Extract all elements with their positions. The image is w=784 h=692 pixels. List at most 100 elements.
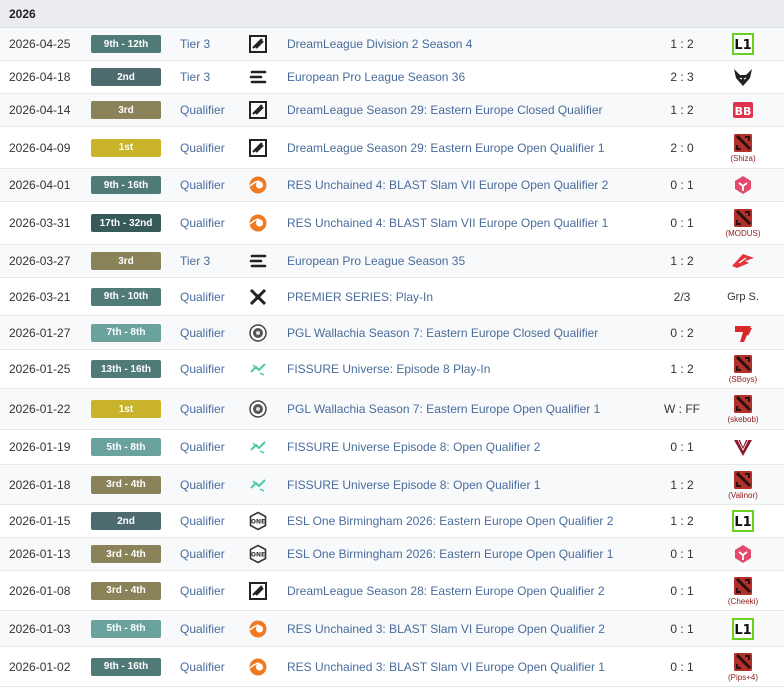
dota-icon[interactable]	[733, 576, 753, 596]
team-bb-icon[interactable]: BB	[732, 99, 754, 121]
dreamleague-icon[interactable]	[248, 34, 268, 54]
team-l1-icon[interactable]: L1	[732, 510, 754, 532]
opponent[interactable]	[718, 316, 768, 349]
opponent-name[interactable]: (Shiza)	[730, 154, 755, 163]
fissure-icon[interactable]	[248, 359, 268, 379]
team-pink-icon[interactable]	[732, 174, 754, 196]
tier-link[interactable]: Qualifier	[180, 178, 225, 192]
tournament-link[interactable]: DreamLeague Season 29: Eastern Europe Cl…	[287, 103, 603, 117]
table-row: 2026-01-08 3rd - 4th Qualifier DreamLeague …	[0, 571, 784, 611]
tier-link[interactable]: Qualifier	[180, 514, 225, 528]
opponent[interactable]: L1	[718, 611, 768, 646]
res-icon[interactable]	[248, 213, 268, 233]
tournament-link[interactable]: FISSURE Universe Episode 8: Open Qualifi…	[287, 440, 540, 454]
match-score: W : FF	[664, 402, 700, 416]
tier-link[interactable]: Qualifier	[180, 290, 225, 304]
opponent-name[interactable]: (Cheeki)	[728, 597, 758, 606]
opponent[interactable]: L1	[718, 505, 768, 537]
tier-link[interactable]: Qualifier	[180, 402, 225, 416]
dota-icon[interactable]	[733, 208, 753, 228]
tier-link[interactable]: Qualifier	[180, 326, 225, 340]
tournament-link[interactable]: European Pro League Season 36	[287, 70, 465, 84]
tournament-link[interactable]: PGL Wallachia Season 7: Eastern Europe C…	[287, 326, 598, 340]
fissure-icon[interactable]	[248, 475, 268, 495]
pgl-icon[interactable]	[248, 323, 268, 343]
res-icon[interactable]	[248, 657, 268, 677]
table-row: 2026-01-02 9th - 16th Qualifier RES Unchain…	[0, 647, 784, 687]
tier-link[interactable]: Qualifier	[180, 478, 225, 492]
tournament-link[interactable]: RES Unchained 3: BLAST Slam VI Europe Op…	[287, 660, 605, 674]
opponent[interactable]: (Valinor)	[718, 465, 768, 504]
dreamleague-icon[interactable]	[248, 138, 268, 158]
tier-link[interactable]: Qualifier	[180, 440, 225, 454]
opponent[interactable]: (MODUS)	[718, 202, 768, 244]
opponent[interactable]: (Cheeki)	[718, 571, 768, 610]
opponent-name[interactable]: (skebob)	[727, 415, 758, 424]
opponent-text[interactable]: Grp S.	[727, 291, 759, 303]
tier-link[interactable]: Qualifier	[180, 103, 225, 117]
tier-link[interactable]: Qualifier	[180, 660, 225, 674]
tournament-link[interactable]: FISSURE Universe Episode 8: Open Qualifi…	[287, 478, 540, 492]
tournament-link[interactable]: RES Unchained 3: BLAST Slam VI Europe Op…	[287, 622, 605, 636]
dota-icon[interactable]	[733, 652, 753, 672]
opponent[interactable]: (Shiza)	[718, 127, 768, 168]
team-pink-icon[interactable]	[732, 543, 754, 565]
res-icon[interactable]	[248, 175, 268, 195]
opponent[interactable]	[718, 430, 768, 464]
tier-link[interactable]: Tier 3	[180, 37, 210, 51]
opponent[interactable]	[718, 245, 768, 277]
esl-one-icon[interactable]: ONE	[248, 511, 268, 531]
pgl-icon[interactable]	[248, 399, 268, 419]
opponent[interactable]	[718, 169, 768, 201]
tournament-link[interactable]: DreamLeague Season 29: Eastern Europe Op…	[287, 141, 605, 155]
tournament-link[interactable]: PGL Wallachia Season 7: Eastern Europe O…	[287, 402, 600, 416]
epl-icon[interactable]	[248, 251, 268, 271]
opponent[interactable]	[718, 61, 768, 93]
opponent[interactable]: Grp S.	[718, 278, 768, 315]
opponent-name[interactable]: (SBoys)	[729, 375, 757, 384]
tier-link[interactable]: Qualifier	[180, 141, 225, 155]
tournament-link[interactable]: ESL One Birmingham 2026: Eastern Europe …	[287, 547, 613, 561]
tournament-link[interactable]: ESL One Birmingham 2026: Eastern Europe …	[287, 514, 613, 528]
opponent[interactable]: (SBoys)	[718, 350, 768, 388]
dota-icon[interactable]	[733, 394, 753, 414]
res-icon[interactable]	[248, 619, 268, 639]
dota-icon[interactable]	[733, 354, 753, 374]
tier-link[interactable]: Qualifier	[180, 584, 225, 598]
esl-one-icon[interactable]: ONE	[248, 544, 268, 564]
tournament-link[interactable]: RES Unchained 4: BLAST Slam VII Europe O…	[287, 216, 608, 230]
team-wings-icon[interactable]	[731, 250, 755, 272]
tier-link[interactable]: Qualifier	[180, 362, 225, 376]
dota-icon[interactable]	[733, 470, 753, 490]
team-v-icon[interactable]	[732, 436, 754, 458]
opponent-name[interactable]: (MODUS)	[725, 229, 760, 238]
epl-icon[interactable]	[248, 67, 268, 87]
opponent-name[interactable]: (Pips+4)	[728, 673, 758, 682]
dreamleague-icon[interactable]	[248, 581, 268, 601]
premier-icon[interactable]	[248, 287, 268, 307]
tier-link[interactable]: Tier 3	[180, 254, 210, 268]
tournament-link[interactable]: DreamLeague Season 28: Eastern Europe Op…	[287, 584, 605, 598]
opponent-name[interactable]: (Valinor)	[728, 491, 758, 500]
tier-link[interactable]: Tier 3	[180, 70, 210, 84]
opponent[interactable]	[718, 538, 768, 570]
opponent[interactable]: BB	[718, 94, 768, 126]
team-red-icon[interactable]	[732, 322, 754, 344]
tournament-link[interactable]: FISSURE Universe: Episode 8 Play-In	[287, 362, 490, 376]
team-l1-icon[interactable]: L1	[732, 617, 754, 640]
team-l1-icon[interactable]: L1	[732, 33, 754, 55]
tier-link[interactable]: Qualifier	[180, 216, 225, 230]
team-fox-icon[interactable]	[732, 66, 754, 88]
opponent[interactable]: (Pips+4)	[718, 647, 768, 686]
opponent[interactable]: (skebob)	[718, 389, 768, 429]
tournament-link[interactable]: European Pro League Season 35	[287, 254, 465, 268]
fissure-icon[interactable]	[248, 437, 268, 457]
dreamleague-icon[interactable]	[248, 100, 268, 120]
tier-link[interactable]: Qualifier	[180, 622, 225, 636]
dota-icon[interactable]	[733, 133, 753, 153]
tournament-link[interactable]: PREMIER SERIES: Play-In	[287, 290, 433, 304]
tournament-link[interactable]: RES Unchained 4: BLAST Slam VII Europe O…	[287, 178, 608, 192]
opponent[interactable]: L1	[718, 28, 768, 60]
tier-link[interactable]: Qualifier	[180, 547, 225, 561]
tournament-link[interactable]: DreamLeague Division 2 Season 4	[287, 37, 472, 51]
